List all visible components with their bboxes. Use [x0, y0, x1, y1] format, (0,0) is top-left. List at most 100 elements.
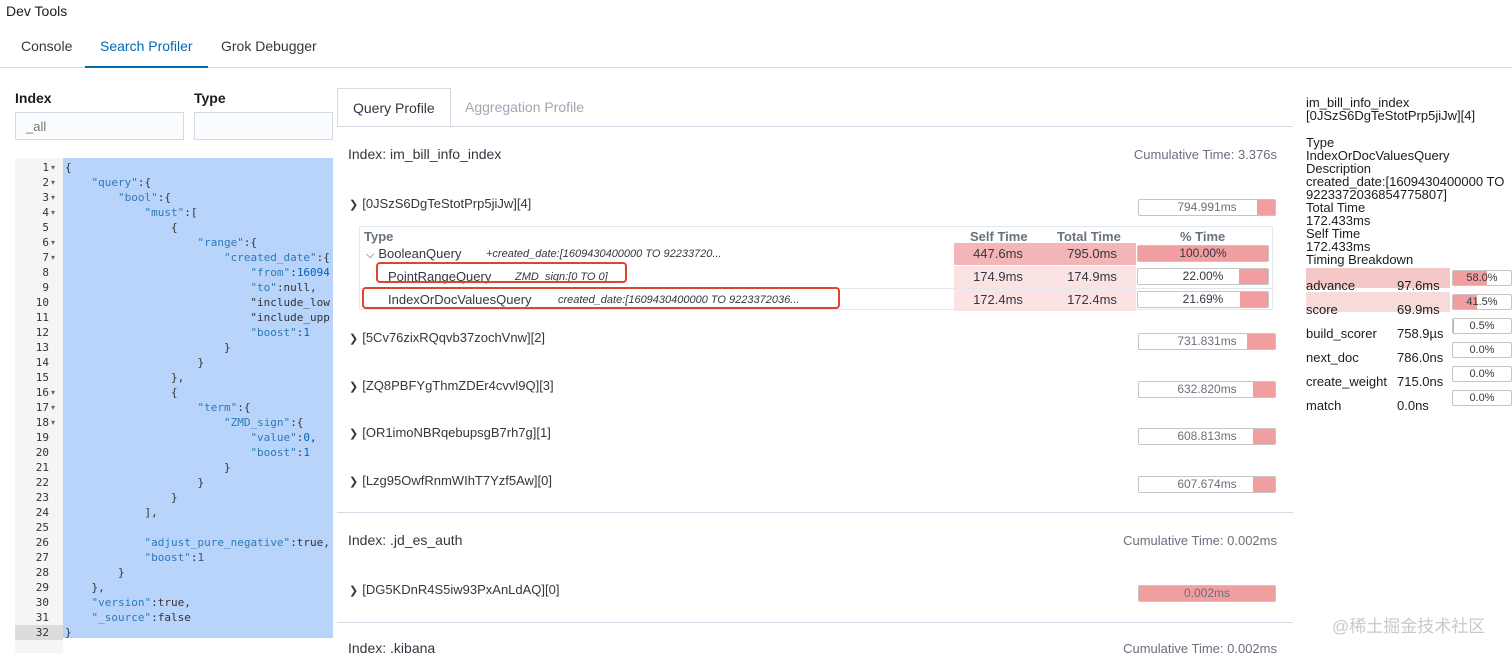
line-number: 22 — [35, 476, 49, 489]
code-line: "adjust_pure_negative":true, — [144, 536, 330, 549]
shard-time: 0.002ms — [1183, 586, 1231, 600]
line-number: 2 — [42, 176, 49, 189]
breakdown-name: match — [1306, 398, 1342, 413]
line-number: 13 — [35, 341, 49, 354]
code-line: } — [65, 356, 205, 369]
highlight-box — [362, 287, 840, 309]
code-line: "must":[ — [144, 206, 198, 219]
fold-toggle-icon[interactable]: ▾ — [51, 235, 61, 250]
shard-label: [DG5KDnR4S5iw93PxAnLdAQ][0] — [362, 582, 560, 597]
breakdown-pct: 0.0% — [1469, 368, 1495, 380]
shard-row[interactable]: ❯ [5Cv76zixRQqvb37zochVnw][2] — [349, 330, 545, 345]
code-line: }, — [65, 371, 185, 384]
line-number: 6 — [42, 236, 49, 249]
tab-grok-debugger[interactable]: Grok Debugger — [221, 28, 317, 68]
shard-time: 794.991ms — [1177, 200, 1237, 214]
shard-row[interactable]: ❯ [Lzg95OwfRnmWIhT7Yzf5Aw][0] — [349, 473, 552, 488]
line-number: 30 — [35, 596, 49, 609]
breakdown-value: 786.0ns — [1397, 350, 1444, 365]
code-line: "to":null, — [250, 281, 317, 294]
shard-row[interactable]: ❯ [OR1imoNBRqebupsgB7rh7g][1] — [349, 425, 551, 440]
total-time: 174.9ms — [1067, 269, 1117, 284]
breakdown-name: score — [1306, 302, 1338, 317]
chevron-right-icon: ❯ — [349, 585, 359, 597]
cumulative-time: Cumulative Time: 0.002ms — [1123, 641, 1277, 653]
line-number: 7 — [42, 251, 49, 264]
index-divider — [337, 512, 1293, 513]
timing-breakdown-label: Timing Breakdown — [1306, 252, 1414, 267]
index-title: Index: im_bill_info_index — [348, 146, 502, 162]
fold-toggle-icon[interactable]: ▾ — [51, 205, 61, 220]
query-desc: +created_date:[1609430400000 TO 92233720… — [486, 248, 722, 260]
breakdown-name: next_doc — [1306, 350, 1359, 365]
breakdown-name: create_weight — [1306, 374, 1387, 389]
watermark: @稀土掘金技术社区 — [1332, 617, 1486, 636]
query-name: ⌵ BooleanQuery — [366, 246, 462, 261]
shard-row[interactable]: ❯ [0JSzS6DgTeStotPrp5jiJw][4] — [349, 196, 531, 211]
breakdown-row: next_doc 786.0ns 0.0% — [1306, 340, 1512, 365]
line-number: 15 — [35, 371, 49, 384]
code-line: ], — [65, 506, 158, 519]
shard-row[interactable]: ❯ [DG5KDnR4S5iw93PxAnLdAQ][0] — [349, 582, 560, 597]
line-number: 21 — [35, 461, 49, 474]
breakdown-bar: 58.0% — [1452, 270, 1512, 286]
fold-toggle-icon[interactable]: ▾ — [51, 190, 61, 205]
breakdown-pct: 58.0% — [1466, 272, 1498, 284]
app-title: Dev Tools — [6, 3, 68, 19]
line-number: 19 — [35, 431, 49, 444]
code-line: "value":0, — [250, 431, 317, 444]
shard-time: 731.831ms — [1177, 334, 1237, 348]
index-label: Index — [15, 90, 52, 106]
breakdown-name: advance — [1306, 278, 1356, 293]
code-line: "include_upp — [65, 311, 330, 324]
chevron-right-icon: ❯ — [349, 428, 359, 440]
tab-console[interactable]: Console — [21, 28, 72, 68]
fold-toggle-icon[interactable]: ▾ — [51, 175, 61, 190]
shard-time-bar: 607.674ms — [1138, 476, 1276, 493]
pct-bar: 21.69% — [1137, 291, 1269, 308]
breakdown-name: build_scorer — [1306, 326, 1377, 341]
line-number: 31 — [35, 611, 49, 624]
line-number: 28 — [35, 566, 49, 579]
shard-label: [ZQ8PBFYgThmZDEr4cvvl9Q][3] — [362, 378, 554, 393]
line-number: 18 — [35, 416, 49, 429]
code-line: "range":{ — [197, 236, 258, 249]
tab-aggregation-profile[interactable]: Aggregation Profile — [450, 88, 599, 127]
line-number: 4 — [42, 206, 49, 219]
shard-row[interactable]: ❯ [ZQ8PBFYgThmZDEr4cvvl9Q][3] — [349, 378, 554, 393]
tab-query-profile[interactable]: Query Profile — [337, 88, 451, 127]
fold-toggle-icon[interactable]: ▾ — [51, 385, 61, 400]
index-input[interactable] — [15, 112, 184, 140]
code-line: "from":16094 — [250, 266, 330, 279]
breakdown-bar: 41.5% — [1452, 294, 1512, 310]
line-number: 11 — [35, 311, 49, 324]
cumulative-time: Cumulative Time: 3.376s — [1133, 147, 1277, 162]
code-line: } — [65, 491, 178, 504]
shard-time-bar: 794.991ms — [1138, 199, 1276, 216]
tab-search-profiler[interactable]: Search Profiler — [85, 28, 208, 68]
detail-panel: im_bill_info_index [0JSzS6DgTeStotPrp5ji… — [1306, 96, 1512, 266]
query-editor[interactable]: 1 ▾{2 ▾ "query":{3 ▾ "bool":{4 ▾ "must":[5 {… — [15, 158, 333, 653]
code-line: }, — [65, 581, 105, 594]
line-number: 3 — [42, 191, 49, 204]
breakdown-pct: 41.5% — [1466, 296, 1498, 308]
fold-toggle-icon[interactable]: ▾ — [51, 250, 61, 265]
shard-time-bar: 0.002ms — [1138, 585, 1276, 602]
type-input[interactable] — [194, 112, 333, 140]
breakdown-pct: 0.5% — [1469, 320, 1495, 332]
shard-time: 607.674ms — [1177, 477, 1237, 491]
fold-toggle-icon[interactable]: ▾ — [51, 415, 61, 430]
fold-toggle-icon[interactable]: ▾ — [51, 400, 61, 415]
fold-toggle-icon[interactable]: ▾ — [51, 160, 61, 175]
index-title: Index: .kibana — [348, 640, 436, 653]
code-line: } — [65, 461, 231, 474]
shard-label: [Lzg95OwfRnmWIhT7Yzf5Aw][0] — [362, 473, 552, 488]
breakdown-pct: 0.0% — [1469, 344, 1495, 356]
line-number: 14 — [35, 356, 49, 369]
type-label: Type — [194, 90, 226, 106]
header-type: Type — [364, 229, 394, 244]
line-number: 23 — [35, 491, 49, 504]
shard-time-bar: 608.813ms — [1138, 428, 1276, 445]
breakdown-value: 715.0ns — [1397, 374, 1444, 389]
breakdown-value: 69.9ms — [1397, 302, 1440, 317]
